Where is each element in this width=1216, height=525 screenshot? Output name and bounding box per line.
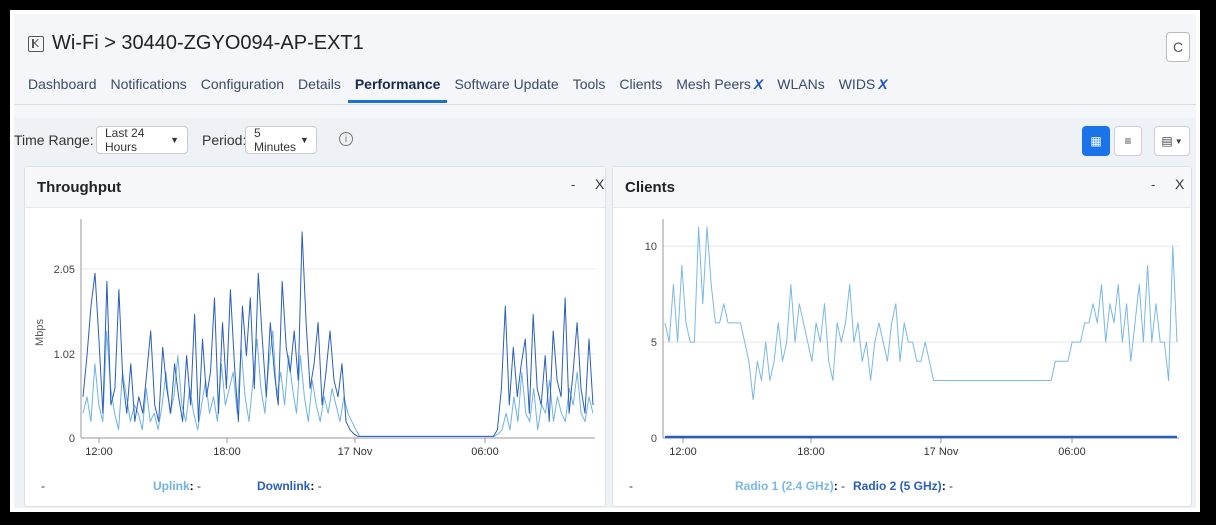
tab-status-mark: X (878, 76, 888, 92)
info-icon[interactable]: i (339, 132, 353, 146)
tab-status-mark: X (753, 76, 764, 92)
screenshot-frame: Wi-Fi > 30440-ZGYO094-AP-EXT1 C Dashboar… (7, 7, 1203, 515)
time-range-select[interactable]: Last 24 Hours ▼ (96, 126, 188, 154)
clients-chart: 0 5 10 12:00 18:00 17 Nov 06:00 (645, 219, 1179, 458)
legend-uplink-value: - (197, 479, 202, 493)
x-tick-label: 17 Nov (338, 446, 373, 458)
time-range-label: Time Range: (14, 132, 94, 148)
y-tick-label: 1.02 (54, 349, 75, 361)
x-tick-label: 06:00 (1058, 446, 1086, 458)
list-icon: ≡ (1124, 134, 1132, 148)
tab-bar: Dashboard Notifications Configuration Detai… (28, 76, 895, 103)
close-button[interactable]: X (1175, 176, 1184, 192)
series-line-radio-1-2-4-ghz- (664, 226, 1178, 401)
tab-label: Configuration (200, 76, 285, 92)
tab-configuration[interactable]: Configuration (194, 76, 291, 103)
legend-downlink-name: Downlink (257, 479, 311, 493)
tab-details[interactable]: Details (291, 76, 348, 103)
legend-radio-2-name: Radio 2 (5 GHz) (853, 479, 942, 493)
legend-downlink[interactable]: Downlink: - (257, 479, 322, 493)
tab-mesh-peers[interactable]: Mesh Peers X (669, 76, 770, 103)
tab-label: Mesh Peers (676, 76, 751, 92)
grid-icon: ▦ (1090, 134, 1102, 148)
grid-view-button[interactable]: ▦ (1082, 126, 1110, 156)
legend-placeholder: - (629, 479, 633, 493)
throughput-chart: 0 1.02 2.05 12:00 18:00 17 Nov 06:00 Mbps (34, 219, 595, 458)
toolbar: Time Range: Last 24 Hours ▼ Period: 5 Mi… (14, 118, 1196, 164)
chart-settings-icon: ▤ (1161, 134, 1173, 148)
clients-panel: Clients - X 0 5 10 12:00 18:00 17 Nov 06:00 - … (612, 166, 1192, 507)
tab-label: WIDS (838, 76, 876, 92)
period-label: Period: (202, 132, 247, 148)
chevron-down-icon: ▼ (300, 135, 309, 145)
x-tick-label: 17 Nov (924, 446, 959, 458)
chevron-down-icon: ▼ (170, 135, 179, 145)
x-tick-label: 18:00 (797, 446, 825, 458)
legend-radio-1[interactable]: Radio 1 (2.4 GHz): - (735, 479, 845, 493)
tab-label: Clients (619, 76, 663, 92)
y-tick-label: 5 (651, 337, 657, 349)
legend-radio-1-value: - (841, 479, 846, 493)
title-row: Wi-Fi > 30440-ZGYO094-AP-EXT1 (28, 32, 364, 55)
y-tick-label: 0 (651, 433, 657, 445)
tab-label: Notifications (110, 76, 187, 92)
period-select[interactable]: 5 Minutes ▼ (245, 126, 317, 154)
x-tick-label: 06:00 (471, 446, 499, 458)
y-tick-label: 0 (69, 433, 75, 445)
y-tick-label: 10 (645, 241, 657, 253)
chart-options-button[interactable]: ▤ ▼ (1154, 126, 1190, 156)
breadcrumb[interactable]: Wi-Fi > 30440-ZGYO094-AP-EXT1 (52, 32, 364, 55)
legend-placeholder: - (41, 479, 45, 493)
x-tick-label: 12:00 (669, 446, 697, 458)
time-range-value: Last 24 Hours (105, 126, 145, 154)
y-axis-label: Mbps (34, 319, 46, 346)
clients-panel-header: Clients - X (613, 167, 1191, 208)
period-value: 5 Minutes (254, 126, 297, 154)
tab-wlans[interactable]: WLANs (770, 76, 831, 103)
legend-radio-1-name: Radio 1 (2.4 GHz) (735, 479, 834, 493)
tab-notifications[interactable]: Notifications (104, 76, 194, 103)
tab-label: WLANs (777, 76, 825, 92)
x-tick-label: 18:00 (213, 446, 241, 458)
minimize-button[interactable]: - (1151, 177, 1155, 192)
series-line-downlink (82, 231, 594, 437)
y-tick-label: 2.05 (54, 264, 75, 276)
tab-label: Dashboard (28, 76, 97, 92)
legend-radio-2[interactable]: Radio 2 (5 GHz): - (853, 479, 953, 493)
tab-clients[interactable]: Clients (612, 76, 669, 103)
tab-software-update[interactable]: Software Update (447, 76, 565, 103)
legend-downlink-value: - (317, 479, 322, 493)
close-button[interactable]: X (595, 176, 604, 192)
panel-title: Clients (625, 179, 676, 196)
throughput-panel: Throughput - X 0 1.02 2.05 12:00 18:00 17 Nov… (24, 166, 606, 507)
collapse-icon[interactable] (28, 35, 44, 52)
refresh-button[interactable]: C (1166, 32, 1190, 62)
page: Wi-Fi > 30440-ZGYO094-AP-EXT1 C Dashboar… (14, 14, 1196, 508)
panel-title: Throughput (37, 179, 122, 196)
tab-label: Tools (572, 76, 606, 92)
tab-wids[interactable]: WIDS X (832, 76, 895, 103)
minimize-button[interactable]: - (571, 177, 575, 192)
legend-uplink[interactable]: Uplink: - (153, 479, 201, 493)
tab-tools[interactable]: Tools (566, 76, 613, 103)
tab-dashboard[interactable]: Dashboard (28, 76, 104, 103)
legend-radio-2-value: - (949, 479, 954, 493)
tab-label: Details (298, 76, 341, 92)
header: Wi-Fi > 30440-ZGYO094-AP-EXT1 C Dashboar… (14, 14, 1196, 118)
tab-label: Software Update (454, 76, 559, 92)
x-tick-label: 12:00 (85, 446, 113, 458)
chevron-down-icon: ▼ (1174, 136, 1183, 146)
list-view-button[interactable]: ≡ (1114, 126, 1142, 156)
throughput-panel-header: Throughput - X (25, 167, 605, 208)
tab-divider (14, 104, 1196, 105)
tab-performance[interactable]: Performance (347, 76, 448, 103)
legend-uplink-name: Uplink (153, 479, 190, 493)
tab-label: Performance (354, 76, 441, 92)
